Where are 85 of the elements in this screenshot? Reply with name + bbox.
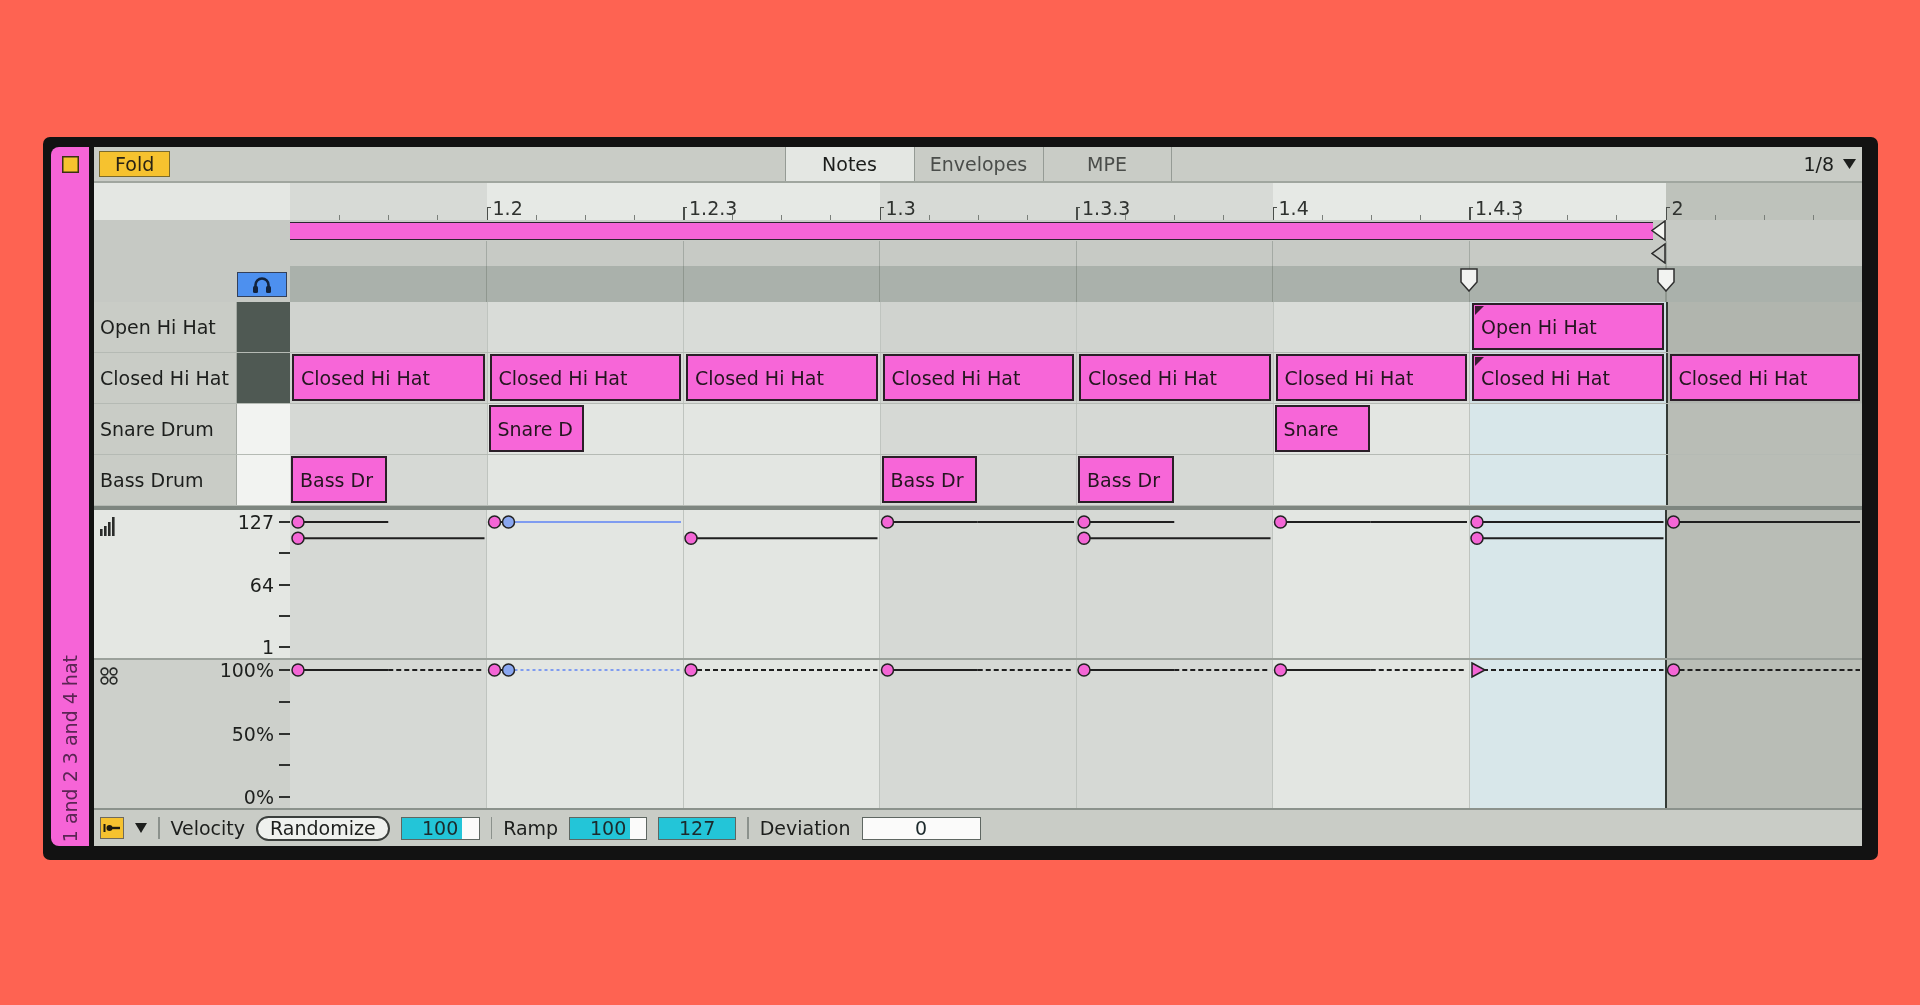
scale-label: 127 [237,511,274,533]
chance-handle[interactable] [1077,663,1091,677]
ruler-label: 1.2.3 [689,197,738,219]
grid-cell[interactable] [290,302,487,352]
caret-icon[interactable] [1843,159,1856,169]
velocity-handle[interactable] [501,515,516,529]
grid-cell[interactable]: Snare [1272,404,1469,454]
scale-label: 0% [243,786,274,808]
ruler-segment[interactable]: 1.3 [879,183,1076,220]
deviation-label: Deviation [759,817,851,839]
scale-label: 1 [261,636,274,658]
marker-icon[interactable] [1460,268,1478,292]
grid-cell[interactable]: Bass Dr [290,455,487,505]
ruler-label: 1.4.3 [1475,197,1524,219]
square-icon[interactable] [61,156,79,173]
velocity-handle[interactable] [684,531,698,545]
triangle-marker-icon[interactable] [1650,243,1666,264]
ramp-end-field[interactable]: 127 [658,816,737,840]
note[interactable]: Closed Hi Hat [292,354,485,401]
toggle-button[interactable] [100,817,124,839]
ruler-label: 1.2 [492,197,523,219]
scale-label: 64 [249,573,274,596]
ruler-segment[interactable]: 2 [1665,183,1862,220]
tab[interactable]: Envelopes [913,147,1043,181]
ruler-label: 1.3 [885,197,916,219]
fold-button[interactable]: Fold [99,151,171,177]
velocity-handle[interactable] [880,515,895,529]
ruler-segment[interactable]: 1.4.3 [1469,183,1666,220]
ruler-label: 1.4 [1278,197,1309,219]
ruler-segment[interactable]: 1.2 [486,183,683,220]
tab[interactable]: MPE [1042,147,1172,181]
velocity-handle[interactable] [1470,515,1484,529]
chance-handle[interactable] [880,663,895,677]
dot-line-icon [103,823,121,833]
chance-handle[interactable] [1273,663,1288,677]
clip-name: 1 and 2 3 and 4 hat [58,654,82,842]
ruler-segment[interactable]: 1.2.3 [683,183,880,220]
grid-cell[interactable] [1665,404,1862,454]
grid-dropdown[interactable]: 1/8 [1799,153,1856,175]
loop-bar[interactable] [290,222,1653,240]
velocity-handle[interactable] [487,515,502,529]
four-circles-icon [100,667,118,685]
grid-cell[interactable] [1665,302,1862,352]
deviation-field[interactable]: 0 [861,816,981,840]
note[interactable]: Bass Dr [291,456,388,503]
chance-handle[interactable] [1666,663,1681,677]
chance-handle[interactable] [487,663,502,677]
grid-cell[interactable]: Snare D [486,404,683,454]
ruler-segment[interactable]: 1.3.3 [1076,183,1273,220]
velocity-handle[interactable] [1273,515,1288,529]
note[interactable]: Bass Dr [881,456,978,503]
grid-cell[interactable]: Bass Dr [879,455,1076,505]
velocity-handle[interactable] [1470,531,1484,545]
randomize-button[interactable]: Randomize [256,815,390,841]
bars-icon [100,517,115,536]
ramp-label: Ramp [503,817,559,839]
velocity-handle[interactable] [291,515,305,529]
headphones-button[interactable] [237,272,287,297]
ruler-label: 1.3.3 [1082,197,1131,219]
note[interactable]: Snare D [488,405,585,452]
ruler-label: 2 [1671,197,1684,219]
marker-icon[interactable] [1656,268,1675,292]
velocity-handle[interactable] [1077,531,1091,545]
chance-handle[interactable] [501,663,516,677]
triangle-marker-icon[interactable] [1650,220,1666,241]
velocity-handle[interactable] [1077,515,1091,529]
ruler-segment[interactable]: 1.4 [1272,183,1469,220]
velocity-field[interactable]: 100 [400,816,480,840]
velocity-handle[interactable] [291,531,305,545]
chance-handle[interactable] [291,663,305,677]
note[interactable]: Bass Dr [1078,456,1174,503]
note[interactable]: Snare [1274,405,1371,452]
velocity-label: Velocity [170,817,246,839]
tab[interactable]: Notes [784,147,914,181]
scale-label: 50% [231,722,274,745]
grid-cell[interactable] [290,404,487,454]
caret-icon[interactable] [135,823,147,833]
chance-handle[interactable] [684,663,698,677]
headphones-icon [251,275,273,294]
scale-label: 100% [219,659,274,681]
velocity-handle[interactable] [1666,515,1681,529]
chance-handle[interactable] [1471,661,1487,679]
grid-cell[interactable]: Bass Dr [1076,455,1273,505]
grid-cell[interactable] [1665,455,1862,505]
ramp-start-field[interactable]: 100 [569,816,648,840]
